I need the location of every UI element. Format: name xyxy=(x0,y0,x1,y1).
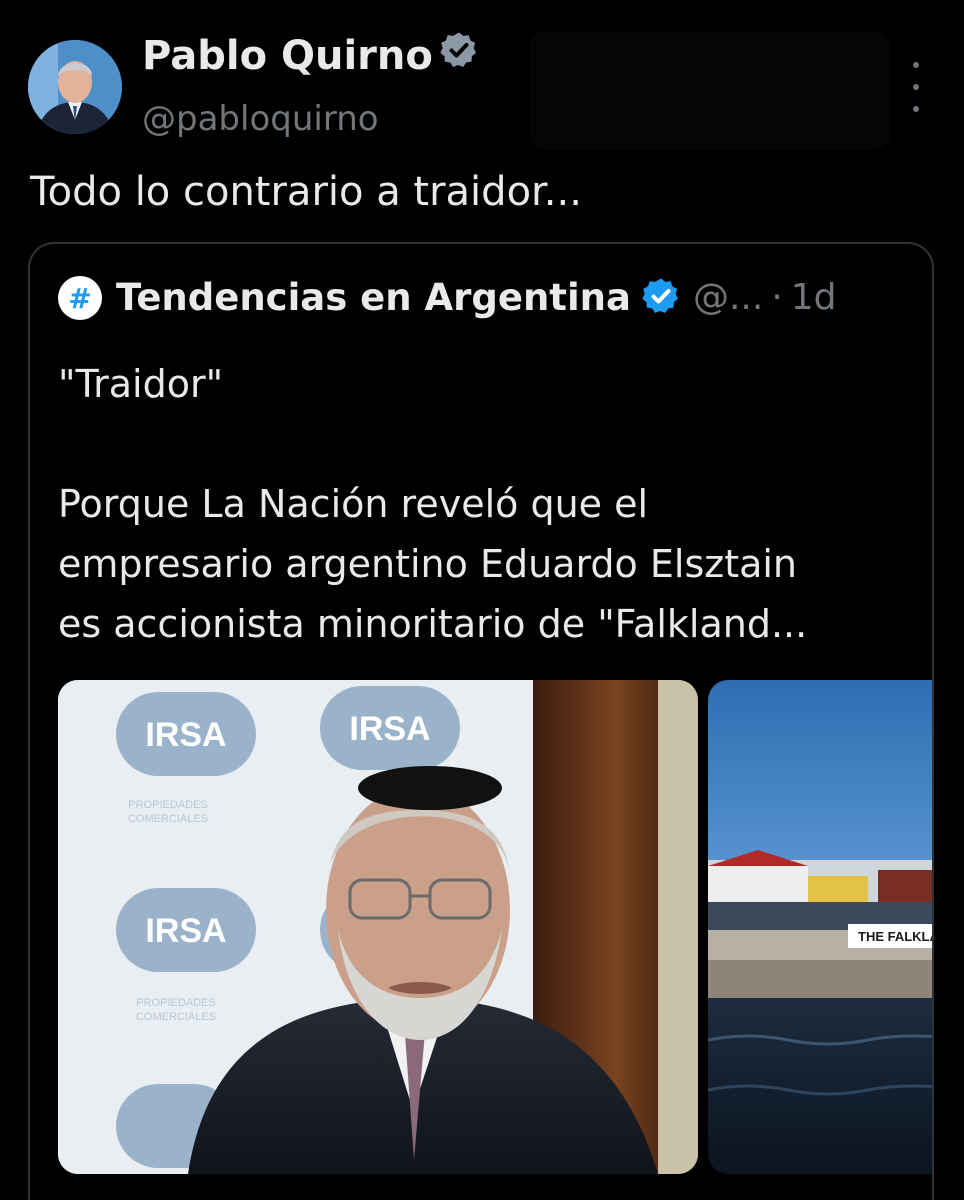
redaction-block xyxy=(530,32,890,150)
author-name-text[interactable]: Pablo Quirno xyxy=(142,31,433,81)
media-photo-falklands[interactable]: THE FALKLAND xyxy=(708,680,934,1174)
separator-dot: · xyxy=(771,277,783,318)
author-handle[interactable]: @pabloquirno xyxy=(142,98,379,140)
more-dot-icon xyxy=(913,106,919,112)
media-photo-elsztain[interactable]: IRSA IRSA IRSA PROPIEDADES COMERCIALES P… xyxy=(58,680,698,1174)
more-dot-icon xyxy=(913,62,919,68)
quoted-text-line: es accionista minoritario de "Falkland..… xyxy=(58,602,808,646)
irsa-logo-text: IRSA xyxy=(145,716,226,754)
falkland-sign-text: THE FALKLAND xyxy=(858,929,934,944)
irsa-subtext: PROPIEDADES xyxy=(128,799,207,811)
more-dot-icon xyxy=(913,84,919,90)
quoted-text-line: Porque La Nación reveló que el xyxy=(58,482,649,526)
quoted-tweet-header: # Tendencias en Argentina @... · 1d xyxy=(58,274,837,322)
irsa-subtext: COMERCIALES xyxy=(136,1011,216,1023)
avatar[interactable] xyxy=(28,40,122,134)
hashtag-icon[interactable]: # xyxy=(58,276,102,320)
irsa-logo-text: IRSA xyxy=(349,710,430,748)
irsa-logo-text: IRSA xyxy=(145,912,226,950)
verified-badge-icon[interactable] xyxy=(439,30,479,82)
author-name[interactable]: Pablo Quirno xyxy=(142,30,479,82)
quoted-timestamp[interactable]: 1d xyxy=(791,274,837,322)
more-options-button[interactable] xyxy=(898,62,934,112)
verified-badge-icon[interactable] xyxy=(641,276,681,320)
quoted-tweet-text: "Traidor" Porque La Nación reveló que el… xyxy=(58,354,918,654)
irsa-subtext: COMERCIALES xyxy=(128,813,208,825)
quoted-author-name[interactable]: Tendencias en Argentina xyxy=(116,274,631,322)
tweet-screen: Pablo Quirno @pabloquirno Todo lo contra… xyxy=(0,0,964,1200)
quoted-author-handle[interactable]: @... xyxy=(693,274,763,322)
irsa-subtext: PROPIEDADES xyxy=(136,997,215,1009)
quoted-tweet-card[interactable]: # Tendencias en Argentina @... · 1d "Tra… xyxy=(28,242,934,1200)
quoted-text-line: "Traidor" xyxy=(58,362,224,406)
tweet-text: Todo lo contrario a traidor... xyxy=(30,169,582,215)
quoted-text-line: empresario argentino Eduardo Elsztain xyxy=(58,542,798,586)
